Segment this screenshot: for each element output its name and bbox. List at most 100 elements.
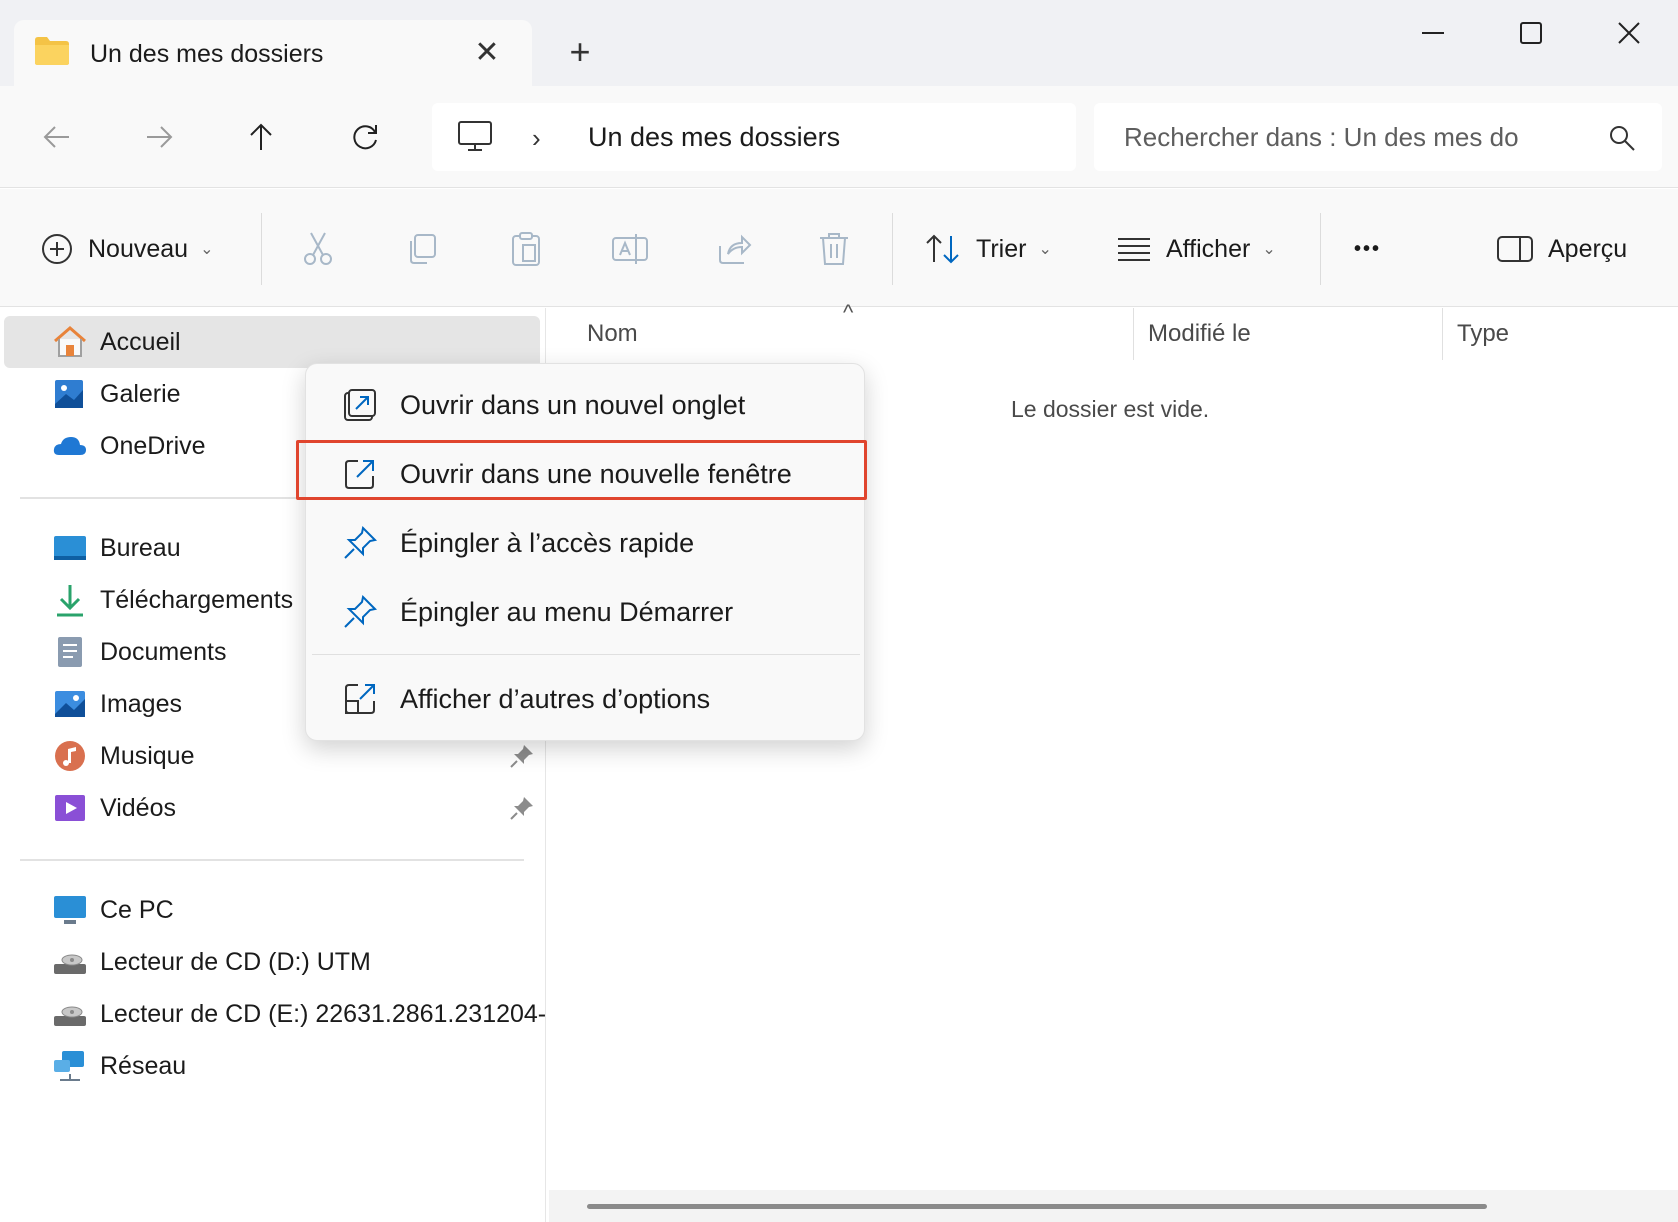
menu-item-label: Afficher d’autres d’options — [400, 683, 711, 714]
clipboard-icon — [512, 232, 540, 266]
horizontal-scrollbar[interactable] — [549, 1190, 1678, 1222]
menu-item-open-new-tab[interactable]: Ouvrir dans un nouvel onglet — [312, 374, 860, 436]
sidebar-item-label: Documents — [100, 637, 227, 666]
plus-circle-icon — [42, 234, 72, 264]
tab-current-folder[interactable]: Un des mes dossiers ✕ — [14, 20, 532, 86]
up-button[interactable] — [236, 112, 286, 162]
sidebar-item-label: OneDrive — [100, 431, 206, 460]
rename-icon — [612, 234, 648, 264]
monitor-icon — [458, 121, 492, 151]
sidebar-item-cd-drive-e[interactable]: Lecteur de CD (E:) 22631.2861.231204-0 — [4, 988, 560, 1040]
trash-icon — [820, 233, 848, 265]
close-window-button[interactable] — [1580, 0, 1678, 66]
new-button[interactable]: Nouveau ⌄ — [40, 225, 213, 273]
menu-item-pin-quick-access[interactable]: Épingler à l’accès rapide — [312, 512, 860, 574]
search-icon[interactable] — [1607, 123, 1637, 153]
maximize-button[interactable] — [1482, 0, 1580, 66]
music-icon — [55, 741, 85, 771]
cut-button[interactable] — [292, 223, 344, 275]
chevron-down-icon: ⌄ — [1038, 241, 1052, 258]
address-input[interactable]: › Un des mes dossiers — [432, 103, 1076, 171]
sidebar-item-network[interactable]: Réseau — [4, 1040, 540, 1092]
forward-button[interactable] — [134, 112, 184, 162]
file-explorer-window: Un des mes dossiers ✕ + › Un des mes dos… — [0, 0, 1678, 1222]
column-header-type[interactable]: Type — [1457, 308, 1657, 360]
list-view-icon — [1118, 238, 1150, 261]
sidebar-item-label: Téléchargements — [100, 585, 294, 614]
menu-item-more-options[interactable]: Afficher d’autres d’options — [312, 668, 860, 730]
desktop-icon — [54, 536, 86, 560]
search-input[interactable] — [1124, 117, 1594, 157]
address-bar: › Un des mes dossiers — [0, 86, 1678, 188]
cd-drive-icon — [54, 954, 86, 974]
arrow-up-icon — [250, 123, 272, 150]
delete-button[interactable] — [808, 223, 860, 275]
arrow-right-icon — [147, 126, 173, 148]
view-button-label: Afficher — [1166, 234, 1251, 263]
column-header-label: Type — [1457, 320, 1510, 347]
sort-button[interactable]: Trier ⌄ — [924, 225, 1052, 273]
open-new-window-icon — [345, 460, 374, 489]
menu-item-pin-start[interactable]: Épingler au menu Démarrer — [312, 581, 860, 643]
column-divider[interactable] — [1133, 308, 1134, 360]
menu-item-label: Ouvrir dans une nouvelle fenêtre — [400, 458, 792, 489]
sidebar-item-home[interactable]: Accueil — [4, 316, 540, 368]
sidebar-item-cd-drive-d[interactable]: Lecteur de CD (D:) UTM — [4, 936, 540, 988]
sort-button-label: Trier — [976, 234, 1027, 263]
search-box[interactable] — [1094, 103, 1662, 171]
empty-folder-message: Le dossier est vide. — [1011, 396, 1210, 422]
pin-icon[interactable] — [508, 794, 536, 822]
more-options-button[interactable]: ••• — [1354, 225, 1381, 273]
column-header-label: Nom — [587, 320, 638, 347]
back-button[interactable] — [32, 112, 82, 162]
images-icon — [55, 691, 85, 717]
scrollbar-thumb[interactable] — [587, 1204, 1487, 1209]
sort-icon — [926, 234, 959, 264]
preview-pane-label: Aperçu — [1548, 234, 1628, 263]
menu-item-label: Ouvrir dans un nouvel onglet — [400, 389, 746, 420]
preview-pane-icon — [1497, 236, 1533, 262]
context-menu: Ouvrir dans un nouvel onglet Ouvrir dans… — [305, 363, 865, 741]
scissors-icon — [304, 232, 332, 265]
breadcrumb-current[interactable]: Un des mes dossiers — [588, 122, 840, 153]
sidebar-item-label: Réseau — [100, 1051, 187, 1080]
sidebar-item-label: Images — [100, 689, 182, 718]
menu-item-open-new-window[interactable]: Ouvrir dans une nouvelle fenêtre — [312, 443, 860, 505]
copy-icon — [410, 234, 436, 264]
column-header-modified[interactable]: Modifié le — [1148, 308, 1438, 360]
view-button[interactable]: Afficher ⌄ — [1116, 225, 1276, 273]
cloud-icon — [53, 437, 86, 455]
menu-item-label: Épingler à l’accès rapide — [400, 527, 695, 558]
cd-drive-icon — [54, 1006, 86, 1026]
column-header-name[interactable]: Nom — [587, 308, 1107, 360]
sidebar-item-label: Musique — [100, 741, 195, 770]
sidebar-item-label: Bureau — [100, 533, 181, 562]
network-icon — [54, 1051, 84, 1081]
paste-button[interactable] — [500, 223, 552, 275]
breadcrumb-chevron[interactable]: › — [532, 123, 541, 154]
more-options-icon — [345, 684, 375, 714]
sidebar-item-this-pc[interactable]: Ce PC — [4, 884, 540, 936]
sidebar-divider — [20, 859, 524, 861]
share-button[interactable] — [708, 223, 760, 275]
toolbar-divider — [261, 213, 262, 285]
home-icon — [54, 326, 86, 357]
copy-button[interactable] — [396, 223, 448, 275]
close-tab-button[interactable]: ✕ — [469, 34, 505, 70]
rename-button[interactable] — [604, 223, 656, 275]
column-header-label: Modifié le — [1148, 320, 1251, 347]
new-tab-button[interactable]: + — [560, 31, 600, 72]
preview-pane-button[interactable]: Aperçu — [1496, 225, 1627, 273]
menu-divider — [312, 654, 860, 655]
pin-icon[interactable] — [508, 742, 536, 770]
videos-icon — [55, 795, 85, 821]
sidebar-item-videos[interactable]: Vidéos — [4, 782, 540, 834]
download-icon — [57, 585, 83, 617]
column-divider[interactable] — [1442, 308, 1443, 360]
share-icon — [719, 234, 752, 264]
sidebar-item-label: Lecteur de CD (E:) 22631.2861.231204-0 — [100, 999, 561, 1028]
more-options-icon: ••• — [1354, 237, 1382, 260]
minimize-button[interactable] — [1384, 0, 1482, 66]
chevron-down-icon: ⌄ — [1262, 241, 1276, 258]
refresh-button[interactable] — [340, 112, 390, 162]
